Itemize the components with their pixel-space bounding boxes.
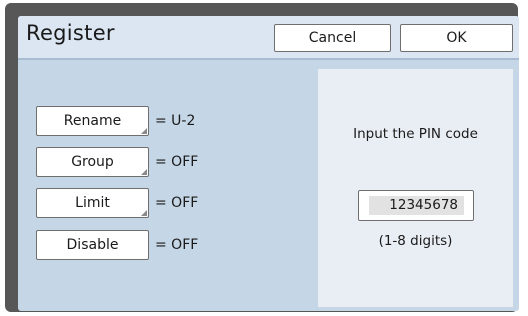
disable-value: = OFF (155, 237, 199, 253)
pin-prompt: Input the PIN code (353, 126, 478, 142)
disable-button-label: Disable (66, 237, 119, 253)
rename-value: = U-2 (155, 113, 196, 129)
pin-value: 12345678 (369, 196, 464, 215)
pin-panel: Input the PIN code 12345678 (1-8 digits) (318, 69, 513, 307)
register-dialog: Register Cancel OK Rename = U-2 Group = … (18, 16, 519, 311)
title-bar: Register Cancel OK (18, 16, 519, 60)
cancel-button[interactable]: Cancel (274, 24, 391, 52)
limit-button[interactable]: Limit (36, 188, 149, 218)
corner-indicator-icon (141, 210, 147, 216)
corner-indicator-icon (141, 128, 147, 134)
pin-hint: (1-8 digits) (378, 233, 453, 249)
device-bezel: Register Cancel OK Rename = U-2 Group = … (5, 3, 519, 312)
group-button-label: Group (71, 154, 114, 170)
rename-button[interactable]: Rename (36, 106, 149, 136)
ok-button[interactable]: OK (400, 24, 513, 52)
corner-indicator-icon (141, 169, 147, 175)
pin-input[interactable]: 12345678 (358, 190, 474, 221)
disable-button[interactable]: Disable (36, 230, 149, 260)
group-value: = OFF (155, 154, 199, 170)
dialog-title: Register (26, 21, 115, 45)
group-button[interactable]: Group (36, 147, 149, 177)
limit-value: = OFF (155, 195, 199, 211)
limit-button-label: Limit (75, 195, 110, 211)
rename-button-label: Rename (63, 113, 122, 129)
